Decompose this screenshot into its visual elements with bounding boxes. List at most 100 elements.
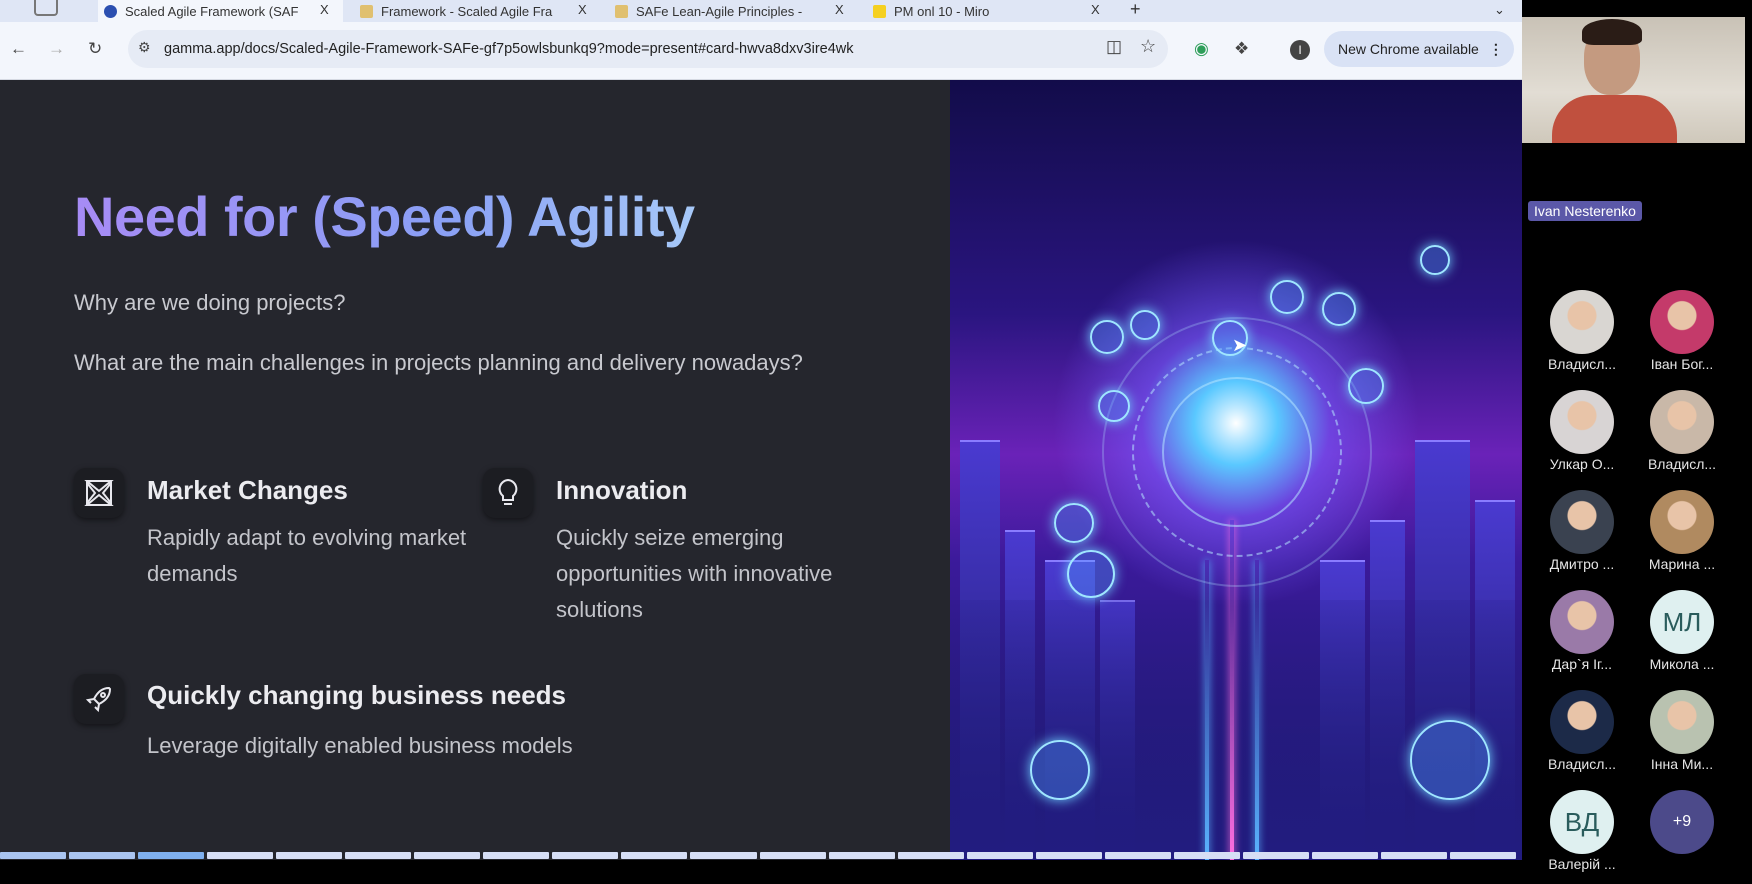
- speaker-name-tag: Ivan Nesterenko: [1528, 201, 1642, 221]
- progress-segment[interactable]: [1311, 852, 1378, 859]
- lightbulb-icon: [483, 468, 533, 518]
- avatar-initials: МЛ: [1650, 590, 1714, 654]
- new-tab-button[interactable]: +: [1130, 0, 1141, 20]
- tab-title: SAFe Lean-Agile Principles -: [636, 3, 803, 19]
- avatar: [1650, 390, 1714, 454]
- new-chrome-available-button[interactable]: New Chrome available ⋮: [1324, 31, 1514, 67]
- arrows-converge-icon: [74, 468, 124, 518]
- avatar: [1550, 690, 1614, 754]
- progress-segment[interactable]: [276, 852, 343, 859]
- reload-icon[interactable]: ↻: [88, 39, 102, 59]
- mouse-cursor-icon: ➤: [1232, 335, 1248, 355]
- participant-tile[interactable]: Дар`я Іг...: [1532, 590, 1632, 672]
- slide-title: Need for (Speed) Agility: [74, 185, 695, 248]
- forward-icon[interactable]: →: [48, 39, 65, 59]
- progress-segment[interactable]: [1035, 852, 1102, 859]
- close-tab-icon[interactable]: X: [1091, 2, 1100, 17]
- participant-tile[interactable]: Улкар О...: [1532, 390, 1632, 472]
- avatar-initials: ВД: [1550, 790, 1614, 854]
- close-tab-icon[interactable]: X: [835, 2, 844, 17]
- progress-segment[interactable]: [828, 852, 895, 859]
- site-info-icon[interactable]: ⚙: [138, 39, 151, 56]
- participant-tile[interactable]: ВД Валерій ...: [1532, 790, 1632, 872]
- progress-segment[interactable]: [69, 852, 136, 859]
- tab-title: Framework - Scaled Agile Fra: [381, 3, 553, 19]
- close-tab-icon[interactable]: X: [578, 2, 587, 17]
- meeting-sidebar: Ivan Nesterenko Владисл... Іван Бог... Улк…: [1522, 0, 1752, 884]
- participant-name: Владисл...: [1547, 756, 1617, 772]
- participant-name: Дмитро ...: [1549, 556, 1615, 572]
- feature-heading: Innovation: [556, 475, 688, 505]
- progress-segment[interactable]: [897, 852, 964, 859]
- participant-tile[interactable]: Інна Ми...: [1632, 690, 1732, 772]
- progress-segment[interactable]: [138, 852, 205, 859]
- slide-progress-bar[interactable]: [0, 852, 1517, 859]
- tab-title: Scaled Agile Framework (SAF: [125, 3, 299, 19]
- participant-name: Микола ...: [1649, 656, 1715, 672]
- progress-segment[interactable]: [1104, 852, 1171, 859]
- progress-segment[interactable]: [1242, 852, 1309, 859]
- miro-favicon: [873, 4, 886, 18]
- feature-description: Quickly seize emerging opportunities wit…: [556, 525, 833, 622]
- slide-text-panel: Need for (Speed) Agility Why are we doin…: [0, 80, 950, 860]
- participant-name: Улкар О...: [1549, 456, 1615, 472]
- tab-search-button[interactable]: [34, 0, 58, 16]
- participant-tile[interactable]: Марина ...: [1632, 490, 1732, 572]
- feature-heading: Market Changes: [147, 475, 348, 505]
- gamma-favicon: [104, 4, 117, 18]
- participant-tile[interactable]: Владисл...: [1532, 290, 1632, 372]
- more-count: +9: [1650, 790, 1714, 854]
- install-app-icon[interactable]: ◫: [1106, 37, 1122, 57]
- progress-segment[interactable]: [1449, 852, 1517, 859]
- participant-tile[interactable]: МЛ Микола ...: [1632, 590, 1732, 672]
- address-bar[interactable]: ⚙ gamma.app/docs/Scaled-Agile-Framework-…: [128, 30, 1168, 68]
- feature-description: Leverage digitally enabled business mode…: [147, 733, 573, 758]
- more-participants-button[interactable]: +9: [1632, 790, 1732, 854]
- participant-tile[interactable]: Дмитро ...: [1532, 490, 1632, 572]
- participant-name: Владисл...: [1547, 356, 1617, 372]
- avatar: [1550, 290, 1614, 354]
- progress-segment[interactable]: [0, 852, 67, 859]
- progress-segment[interactable]: [966, 852, 1033, 859]
- feature-heading: Quickly changing business needs: [147, 680, 567, 710]
- progress-segment[interactable]: [1173, 852, 1240, 859]
- participant-name: Інна Ми...: [1650, 756, 1714, 772]
- new-chrome-label: New Chrome available: [1338, 41, 1479, 57]
- tab-list-chevron-icon[interactable]: ⌄: [1494, 2, 1505, 18]
- avatar: [1550, 390, 1614, 454]
- progress-segment[interactable]: [552, 852, 619, 859]
- tab-scaled-agile[interactable]: Scaled Agile Framework (SAF: [98, 0, 343, 22]
- progress-segment[interactable]: [1380, 852, 1447, 859]
- tab-miro[interactable]: PM onl 10 - Miro: [873, 0, 1073, 22]
- progress-segment[interactable]: [207, 852, 274, 859]
- extension-icon[interactable]: ◉: [1194, 39, 1209, 59]
- safe-favicon: [360, 4, 373, 18]
- tab-title: PM onl 10 - Miro: [894, 3, 990, 19]
- extensions-puzzle-icon[interactable]: ❖: [1234, 39, 1249, 59]
- progress-segment[interactable]: [759, 852, 826, 859]
- progress-segment[interactable]: [483, 852, 550, 859]
- progress-segment[interactable]: [621, 852, 688, 859]
- menu-kebab-icon[interactable]: ⋮: [1489, 41, 1503, 58]
- progress-segment[interactable]: [345, 852, 412, 859]
- futuristic-city-illustration: ➤: [950, 80, 1522, 860]
- progress-segment[interactable]: [690, 852, 757, 859]
- participant-tile[interactable]: Іван Бог...: [1632, 290, 1732, 372]
- participant-name: Марина ...: [1648, 556, 1716, 572]
- participant-tile[interactable]: Владисл...: [1532, 690, 1632, 772]
- back-icon[interactable]: ←: [10, 39, 27, 59]
- participant-tile[interactable]: Владисл...: [1632, 390, 1732, 472]
- rocket-icon: [74, 674, 124, 724]
- speaker-video: [1522, 17, 1745, 143]
- tab-safe-principles[interactable]: SAFe Lean-Agile Principles -: [615, 0, 820, 22]
- avatar: [1550, 490, 1614, 554]
- close-tab-icon[interactable]: X: [320, 2, 329, 17]
- url-text[interactable]: gamma.app/docs/Scaled-Agile-Framework-SA…: [164, 41, 854, 57]
- bookmark-star-icon[interactable]: ☆: [1140, 36, 1156, 57]
- question-2: What are the main challenges in projects…: [74, 350, 803, 375]
- progress-segment[interactable]: [414, 852, 481, 859]
- tab-framework[interactable]: Framework - Scaled Agile Fra: [360, 0, 565, 22]
- participant-name: Іван Бог...: [1650, 356, 1714, 372]
- avatar: [1650, 290, 1714, 354]
- profile-avatar[interactable]: I: [1290, 40, 1310, 60]
